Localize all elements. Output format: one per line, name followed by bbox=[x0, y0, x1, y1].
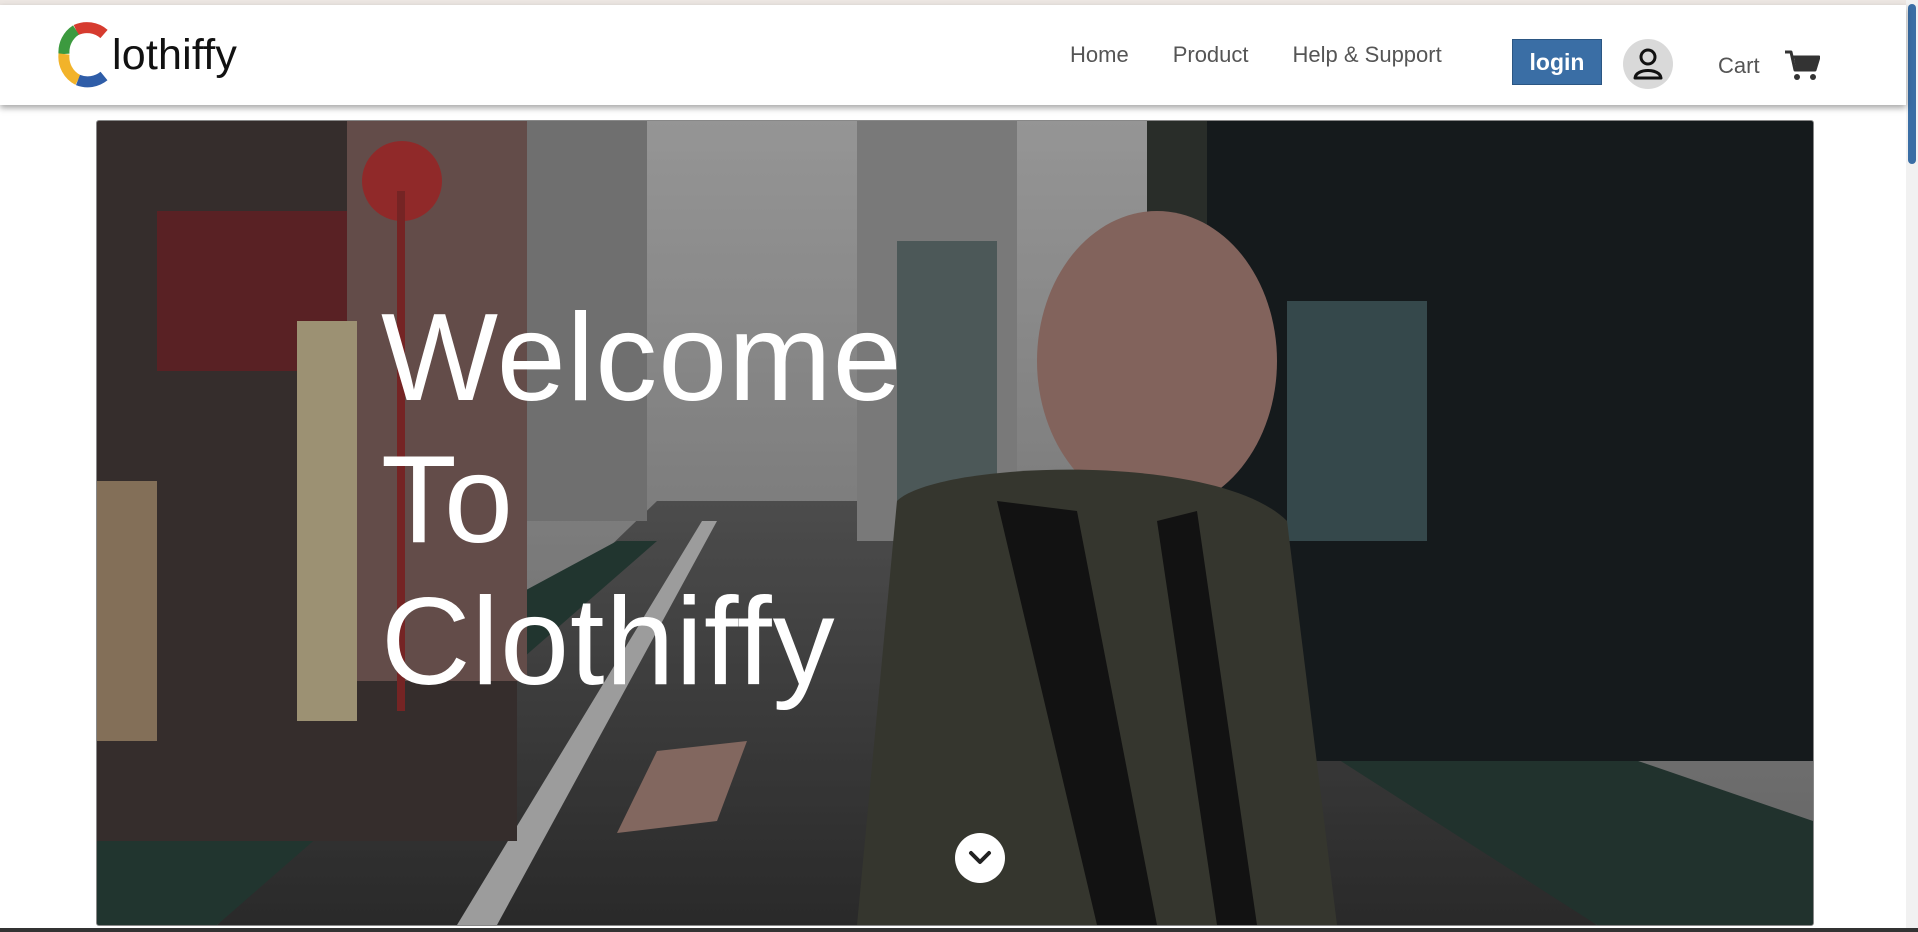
main-nav: Home Product Help & Support bbox=[1070, 5, 1486, 105]
user-account-button[interactable] bbox=[1623, 39, 1673, 89]
hero-title-line-3: Clothiffy bbox=[381, 573, 836, 711]
hero-title-line-1: Welcome bbox=[381, 289, 903, 427]
brand-logo[interactable]: lothiffy bbox=[58, 19, 237, 91]
scroll-down-button[interactable] bbox=[955, 833, 1005, 883]
chevron-down-icon bbox=[969, 851, 991, 864]
nav-product[interactable]: Product bbox=[1173, 42, 1249, 68]
scrollbar-thumb[interactable] bbox=[1908, 4, 1916, 164]
window-bottom-edge bbox=[0, 928, 1918, 932]
nav-home[interactable]: Home bbox=[1070, 42, 1129, 68]
user-icon bbox=[1633, 48, 1663, 80]
hero-title: Welcome To Clothiffy bbox=[381, 287, 903, 713]
page-scrollbar[interactable] bbox=[1906, 0, 1918, 932]
hero-title-line-2: To bbox=[381, 431, 514, 569]
cart-icon[interactable] bbox=[1784, 49, 1820, 81]
navbar: lothiffy Home Product Help & Support log… bbox=[0, 5, 1906, 105]
logo-mark-icon bbox=[58, 22, 108, 88]
hero-background-image bbox=[97, 121, 1813, 925]
nav-help-support[interactable]: Help & Support bbox=[1293, 42, 1442, 68]
login-button[interactable]: login bbox=[1512, 39, 1602, 85]
hero-banner: Welcome To Clothiffy bbox=[96, 120, 1814, 926]
cart-label[interactable]: Cart bbox=[1718, 53, 1760, 79]
brand-name: lothiffy bbox=[112, 30, 238, 79]
